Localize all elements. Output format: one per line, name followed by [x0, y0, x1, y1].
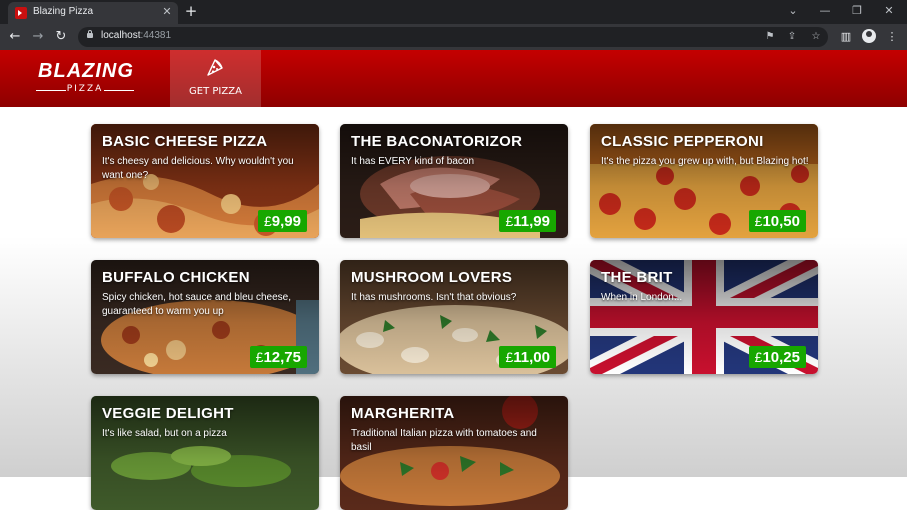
pizza-description: It's cheesy and delicious. Why wouldn't …	[102, 156, 294, 181]
tab-title: Blazing Pizza	[33, 6, 94, 17]
browser-tab-strip: Blazing Pizza ✕ + ⌄ — ❐ ✕	[0, 0, 907, 24]
logo-divider	[104, 90, 134, 91]
tab-search-icon[interactable]: ⌄	[782, 2, 804, 20]
price-badge: £12,75	[249, 346, 307, 368]
translate-icon[interactable]: ⚑	[762, 29, 778, 45]
pizza-slice-icon	[207, 59, 223, 76]
price-badge: £9,99	[258, 210, 307, 232]
share-icon[interactable]: ⇪	[784, 29, 800, 45]
pizza-name: MARGHERITA	[351, 405, 455, 422]
back-icon[interactable]: ←	[7, 29, 23, 45]
pizza-description: Traditional Italian pizza with tomatoes …	[351, 428, 537, 453]
pizza-card-baconatorizor[interactable]: THE BACONATORIZOR It has EVERY kind of b…	[340, 124, 568, 238]
pizza-card-buffalo-chicken[interactable]: BUFFALO CHICKEN Spicy chicken, hot sauce…	[91, 260, 319, 374]
pizza-name: THE BACONATORIZOR	[351, 133, 523, 150]
blazing-pizza-logo[interactable]: BLAZING PIZZA	[36, 58, 134, 100]
pizza-favicon-icon	[15, 7, 27, 19]
pizza-description: It has EVERY kind of bacon	[351, 156, 475, 167]
app-header: BLAZING PIZZA GET PIZZA	[0, 50, 907, 107]
pizza-name: VEGGIE DELIGHT	[102, 405, 234, 422]
profile-avatar-icon[interactable]	[862, 29, 876, 43]
pizza-description: It's like salad, but on a pizza	[102, 428, 227, 439]
pizza-card-classic-pepperoni[interactable]: CLASSIC PEPPERONI It's the pizza you gre…	[590, 124, 818, 238]
pizza-specials-grid: BASIC CHEESE PIZZA It's cheesy and delic…	[0, 107, 907, 510]
lock-icon[interactable]	[87, 30, 93, 38]
new-tab-icon[interactable]: +	[183, 3, 199, 19]
pizza-card-margherita[interactable]: MARGHERITA Traditional Italian pizza wit…	[340, 396, 568, 510]
pizza-description: It's the pizza you grew up with, but Bla…	[601, 156, 809, 167]
logo-title: BLAZING	[38, 60, 134, 82]
price-badge: £10,50	[748, 210, 806, 232]
price-badge: £11,99	[499, 210, 556, 232]
side-panel-icon[interactable]: ▥	[838, 29, 854, 45]
pizza-card-the-brit[interactable]: THE BRIT When in London... £10,25	[590, 260, 818, 374]
pizza-name: BASIC CHEESE PIZZA	[102, 133, 268, 150]
browser-toolbar: ← → ↻ localhost:44381 ⚑ ⇪ ☆ ▥ ⋮	[0, 24, 907, 50]
url-text: localhost:44381	[101, 30, 172, 41]
pizza-name: BUFFALO CHICKEN	[102, 269, 250, 286]
close-window-icon[interactable]: ✕	[878, 2, 900, 20]
pizza-description: It has mushrooms. Isn't that obvious?	[351, 292, 517, 303]
pizza-card-veggie-delight[interactable]: VEGGIE DELIGHT It's like salad, but on a…	[91, 396, 319, 510]
browser-tab[interactable]: Blazing Pizza ✕	[8, 2, 178, 24]
logo-subtitle: PIZZA	[66, 84, 104, 94]
minimize-icon[interactable]: —	[814, 2, 836, 20]
address-bar[interactable]: localhost:44381 ⚑ ⇪ ☆	[78, 27, 828, 47]
bookmark-star-icon[interactable]: ☆	[808, 29, 824, 45]
pizza-description: Spicy chicken, hot sauce and bleu cheese…	[102, 292, 292, 317]
menu-kebab-icon[interactable]: ⋮	[884, 29, 900, 45]
restore-icon[interactable]: ❐	[846, 2, 868, 20]
nav-get-pizza-label: GET PIZZA	[189, 86, 242, 97]
pizza-description: When in London...	[601, 292, 683, 303]
pizza-card-mushroom-lovers[interactable]: MUSHROOM LOVERS It has mushrooms. Isn't …	[340, 260, 568, 374]
reload-icon[interactable]: ↻	[53, 29, 69, 45]
price-badge: £10,25	[748, 346, 806, 368]
pizza-card-basic-cheese[interactable]: BASIC CHEESE PIZZA It's cheesy and delic…	[91, 124, 319, 238]
price-badge: £11,00	[499, 346, 556, 368]
pizza-name: CLASSIC PEPPERONI	[601, 133, 764, 150]
forward-icon[interactable]: →	[30, 29, 46, 45]
pizza-name: THE BRIT	[601, 269, 673, 286]
close-tab-icon[interactable]: ✕	[160, 5, 174, 19]
pizza-name: MUSHROOM LOVERS	[351, 269, 513, 286]
nav-get-pizza[interactable]: GET PIZZA	[170, 50, 261, 107]
